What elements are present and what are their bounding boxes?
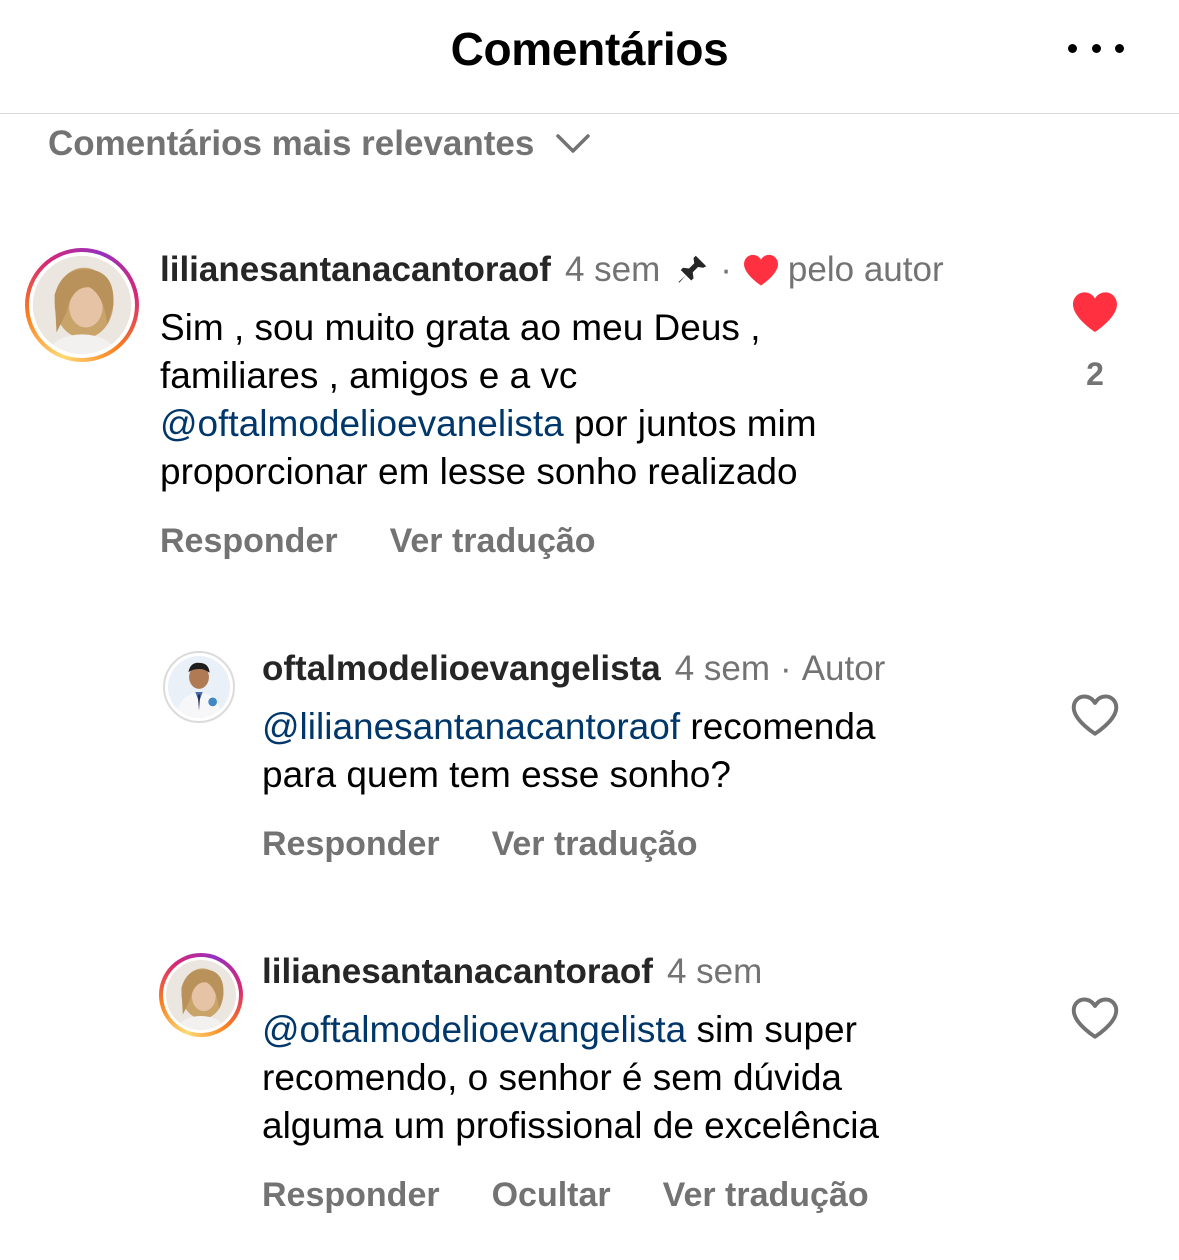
comment-actions: Responder Ocultar Ver tradução — [262, 1176, 869, 1215]
comment-line: por juntos mim — [563, 403, 817, 444]
translate-button[interactable]: Ver tradução — [492, 825, 698, 864]
translate-button[interactable]: Ver tradução — [390, 522, 596, 561]
username[interactable]: lilianesantanacantoraof — [262, 950, 653, 994]
comment-meta: oftalmodelioevangelista 4 sem · Autor — [262, 647, 885, 691]
timestamp: 4 sem — [674, 649, 771, 688]
avatar[interactable] — [25, 248, 139, 362]
liked-by-author-label: pelo autor — [787, 250, 944, 289]
comment-line: sim super — [686, 1009, 857, 1050]
avatar[interactable] — [159, 953, 243, 1037]
heart-outline-icon[interactable] — [1070, 995, 1120, 1041]
comment-line: recomendo, o senhor é sem dúvida — [262, 1057, 843, 1098]
reply-button[interactable]: Responder — [262, 1176, 440, 1215]
profile-photo — [33, 256, 131, 354]
mention-link[interactable]: @oftalmodelioevanelista — [160, 403, 564, 444]
separator: · — [720, 250, 732, 289]
timestamp: 4 sem — [564, 250, 661, 289]
profile-photo — [168, 656, 230, 718]
username[interactable]: oftalmodelioevangelista — [262, 647, 661, 691]
separator: · — [780, 649, 792, 688]
comment-text: @oftalmodelioevangelista sim super recom… — [262, 1006, 879, 1150]
mention-link[interactable]: @lilianesantanacantoraof — [262, 706, 680, 747]
comment-text: Sim , sou muito grata ao meu Deus , fami… — [160, 304, 817, 496]
like-count[interactable]: 2 — [1086, 356, 1104, 393]
author-badge: Autor — [801, 649, 886, 688]
page-title: Comentários — [450, 23, 729, 75]
comment-line: proporcionar em lesse sonho realizado — [160, 451, 798, 492]
comment-line: familiares , amigos e a vc — [160, 355, 578, 396]
like-control: 2 — [1066, 290, 1124, 393]
sort-dropdown[interactable]: Comentários mais relevantes — [48, 122, 591, 166]
profile-photo — [166, 960, 236, 1030]
comment-meta: lilianesantanacantoraof 4 sem — [262, 950, 762, 994]
heart-filled-icon[interactable] — [1070, 290, 1120, 334]
hide-button[interactable]: Ocultar — [492, 1176, 611, 1215]
reply-button[interactable]: Responder — [262, 825, 440, 864]
comment-meta: lilianesantanacantoraof 4 sem · pelo aut… — [160, 248, 944, 292]
comment-line: recomenda — [680, 706, 876, 747]
avatar[interactable] — [163, 651, 235, 723]
pin-icon — [678, 255, 707, 283]
username[interactable]: lilianesantanacantoraof — [160, 248, 551, 292]
mention-link[interactable]: @oftalmodelioevangelista — [262, 1009, 686, 1050]
reply-button[interactable]: Responder — [160, 522, 338, 561]
comment-actions: Responder Ver tradução — [262, 825, 698, 864]
header: Comentários — [0, 0, 1179, 114]
chevron-down-icon — [556, 134, 591, 153]
heart-filled-icon — [743, 254, 778, 286]
comment-text: @lilianesantanacantoraof recomenda para … — [262, 703, 876, 799]
more-options-icon[interactable] — [1068, 34, 1124, 62]
heart-outline-icon[interactable] — [1070, 692, 1120, 738]
comment-line: Sim , sou muito grata ao meu Deus , — [160, 307, 761, 348]
comment-line: alguma um profissional de excelência — [262, 1105, 880, 1146]
comment-line: para quem tem esse sonho? — [262, 754, 731, 795]
translate-button[interactable]: Ver tradução — [663, 1176, 869, 1215]
sort-label: Comentários mais relevantes — [48, 124, 535, 163]
comment-actions: Responder Ver tradução — [160, 522, 596, 561]
timestamp: 4 sem — [666, 952, 763, 991]
